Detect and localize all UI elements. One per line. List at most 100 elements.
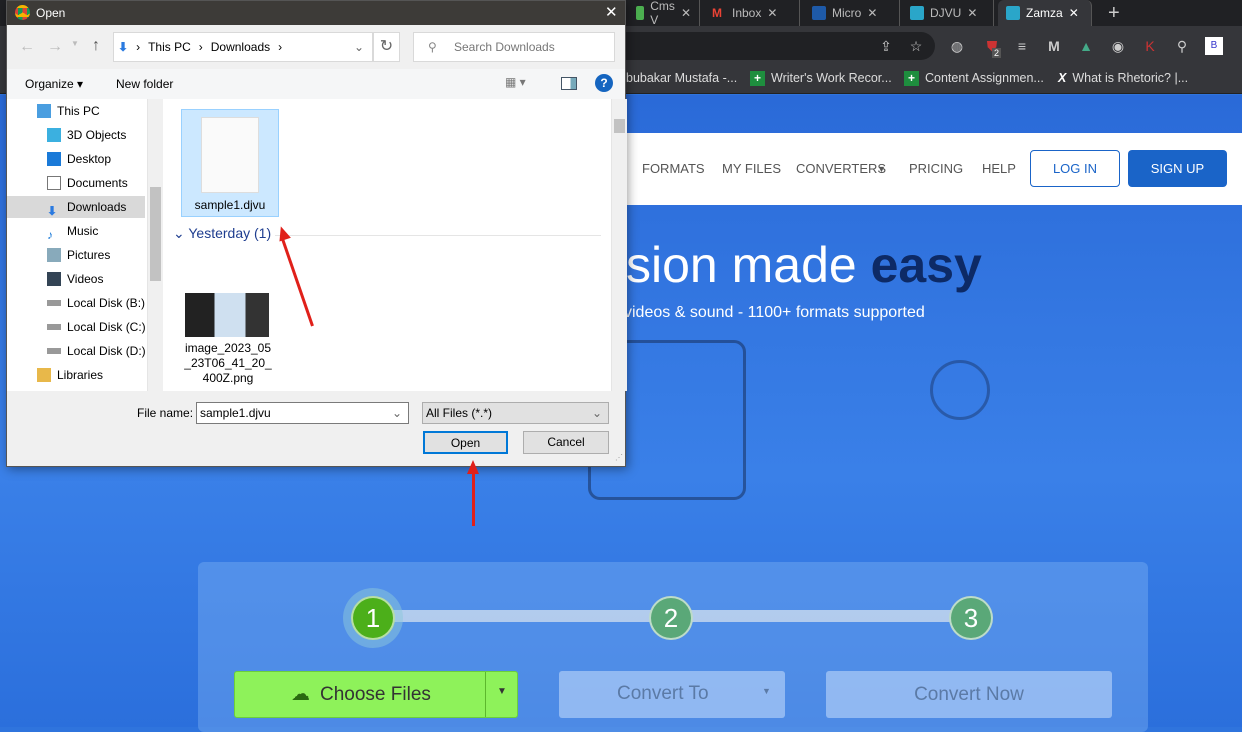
chevron-down-icon[interactable]: ⌄ <box>392 403 402 423</box>
tree-pictures[interactable]: Pictures <box>47 244 110 266</box>
tree-scrollbar[interactable] <box>147 99 163 391</box>
bookmark-item[interactable]: bubakar Mustafa -... <box>626 62 737 94</box>
b-extension-icon[interactable]: B <box>1205 37 1223 55</box>
close-icon[interactable]: ✕ <box>867 6 877 20</box>
gmail-icon: M <box>712 6 722 20</box>
file-type-select[interactable]: All Files (*.*) ⌄ <box>422 402 609 424</box>
chevron-down-icon: ⌄ <box>591 406 602 420</box>
search-input[interactable]: ⚲ Search Downloads <box>413 32 615 62</box>
k-extension-icon[interactable]: K <box>1141 37 1159 55</box>
tree-local-disk-c[interactable]: Local Disk (C:) <box>47 316 146 338</box>
tree-libraries[interactable]: Libraries <box>37 364 103 386</box>
downloads-icon: ⬇ <box>47 204 58 218</box>
tree-local-disk-d[interactable]: Local Disk (D:) <box>47 340 146 362</box>
music-icon: ♪ <box>47 228 53 242</box>
tab-zamzar[interactable]: Zamza ✕ <box>998 0 1092 26</box>
list-icon[interactable]: ≡ <box>1013 37 1031 55</box>
recent-dropdown-icon[interactable]: ▼ <box>71 39 79 48</box>
nav-my-files[interactable]: MY FILES <box>722 161 781 176</box>
preview-pane-icon[interactable] <box>561 77 577 90</box>
signup-button[interactable]: SIGN UP <box>1128 150 1227 187</box>
nav-pricing[interactable]: PRICING <box>909 161 963 176</box>
file-name-input[interactable]: sample1.djvu ⌄ <box>196 402 409 424</box>
file-name: image_2023_05_23T06_41_20_400Z.png <box>184 341 272 385</box>
refresh-icon[interactable]: ↻ <box>373 32 400 62</box>
tab-djvu[interactable]: DJVU ✕ <box>902 0 994 26</box>
star-icon[interactable]: ☆ <box>907 37 925 55</box>
step-2: 2 <box>649 596 693 640</box>
breadcrumb-this-pc[interactable]: This PC <box>148 40 191 54</box>
help-icon[interactable]: ? <box>595 74 613 92</box>
sheets-icon: + <box>904 70 919 86</box>
chart-extension-icon[interactable]: ▲ <box>1077 37 1095 55</box>
organize-button[interactable]: Organize ▾ <box>25 77 83 91</box>
file-item-sample1[interactable]: sample1.djvu <box>181 109 279 217</box>
tree-3d-objects[interactable]: 3D Objects <box>47 124 126 146</box>
tab-microsoft[interactable]: Micro ✕ <box>804 0 900 26</box>
organize-label: Organize <box>25 77 74 91</box>
hero-headline: sion made easy <box>626 236 982 294</box>
nav-converters[interactable]: CONVERTERS <box>796 161 886 176</box>
file-type-value: All Files (*.*) <box>426 406 493 420</box>
new-folder-button[interactable]: New folder <box>116 77 173 91</box>
scrollbar-thumb[interactable] <box>614 119 625 133</box>
dropdown-caret-icon[interactable]: ▼ <box>497 686 507 697</box>
bookmark-item[interactable]: + Content Assignmen... <box>904 62 1044 94</box>
back-icon[interactable]: ← <box>19 38 35 56</box>
tab-inbox[interactable]: M Inbox ✕ <box>704 0 800 26</box>
accessibility-icon[interactable]: ⚲ <box>1173 37 1191 55</box>
tree-downloads[interactable]: ⬇ Downloads <box>7 196 145 218</box>
bookmark-item[interactable]: X What is Rhetoric? |... <box>1058 62 1188 94</box>
open-button[interactable]: Open <box>423 431 508 454</box>
navigation-pane: This PC 3D Objects Desktop Documents ⬇ Do… <box>7 99 147 391</box>
tree-videos[interactable]: Videos <box>47 268 103 290</box>
tree-label: Libraries <box>57 368 104 382</box>
tree-music[interactable]: ♪ Music <box>47 220 98 242</box>
tree-label: This PC <box>57 104 100 118</box>
view-options-icon[interactable]: ▦ ▾ <box>505 75 526 89</box>
cancel-button[interactable]: Cancel <box>523 431 609 454</box>
search-icon: ⚲ <box>428 40 437 54</box>
bookmark-label: What is Rhetoric? |... <box>1072 71 1189 85</box>
scrollbar-thumb[interactable] <box>150 187 161 281</box>
tree-this-pc[interactable]: This PC <box>37 100 100 122</box>
m-extension-icon[interactable]: M <box>1045 37 1063 55</box>
close-icon[interactable]: ✕ <box>1069 6 1079 20</box>
bookmark-item[interactable]: + Writer's Work Recor... <box>750 62 892 94</box>
step-3: 3 <box>949 596 993 640</box>
tree-label: Downloads <box>67 200 127 214</box>
address-breadcrumb[interactable]: ⬇ › This PC › Downloads › ⌄ <box>113 32 373 62</box>
close-icon[interactable]: ✕ <box>605 3 618 21</box>
forward-icon[interactable]: → <box>47 38 63 56</box>
extension-badge: 2 <box>992 48 1002 58</box>
nav-help[interactable]: HELP <box>982 161 1016 176</box>
file-icon <box>201 117 259 193</box>
choose-files-button[interactable]: ☁ Choose Files ▼ <box>234 671 518 718</box>
tree-local-disk-b[interactable]: Local Disk (B:) <box>47 292 145 314</box>
tree-documents[interactable]: Documents <box>47 172 128 194</box>
convert-to-select[interactable]: Convert To ▼ <box>559 671 785 718</box>
tree-label: Documents <box>67 176 128 190</box>
up-icon[interactable]: ↑ <box>92 37 100 55</box>
file-item-image[interactable]: image_2023_05_23T06_41_20_400Z.png <box>173 283 283 385</box>
nav-formats[interactable]: FORMATS <box>642 161 705 176</box>
login-button[interactable]: LOG IN <box>1030 150 1120 187</box>
close-icon[interactable]: ✕ <box>967 6 977 20</box>
group-header-yesterday[interactable]: ⌄ Yesterday (1) <box>173 225 271 242</box>
tree-desktop[interactable]: Desktop <box>47 148 111 170</box>
convert-now-button[interactable]: Convert Now <box>826 671 1112 718</box>
files-scrollbar[interactable] <box>611 99 627 391</box>
file-name-label: File name: <box>137 406 194 420</box>
breadcrumb-downloads[interactable]: Downloads <box>211 40 270 54</box>
resize-grip-icon[interactable]: ⋰ <box>615 453 623 462</box>
headline-text: sion made <box>626 237 871 293</box>
tab-cms[interactable]: Cms V ✕ <box>628 0 700 27</box>
close-icon[interactable]: ✕ <box>681 6 691 20</box>
globe-icon[interactable]: ◍ <box>948 37 966 55</box>
new-tab-button[interactable]: + <box>1108 2 1120 25</box>
dropdown-caret-icon: ▼ <box>762 686 771 696</box>
camera-icon[interactable]: ◉ <box>1109 37 1127 55</box>
chevron-down-icon[interactable]: ⌄ <box>354 40 364 54</box>
share-icon[interactable]: ⇪ <box>877 37 895 55</box>
close-icon[interactable]: ✕ <box>767 6 777 20</box>
